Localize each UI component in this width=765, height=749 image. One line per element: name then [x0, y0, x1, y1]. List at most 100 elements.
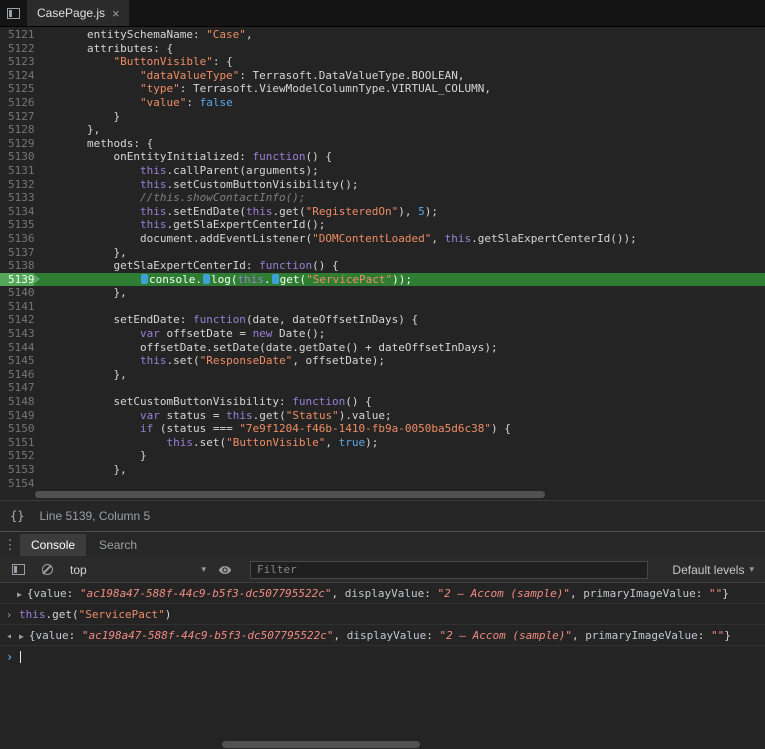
line-number-5137[interactable]: 5137: [0, 246, 35, 260]
console-sidebar-icon: [11, 564, 25, 575]
line-number-5140[interactable]: 5140: [0, 286, 35, 300]
line-number-5144[interactable]: 5144: [0, 341, 35, 355]
code-text[interactable]: var offsetDate = new Date();: [34, 327, 765, 341]
code-text[interactable]: document.addEventListener("DOMContentLoa…: [34, 232, 765, 246]
inline-breakpoint-marker[interactable]: [140, 273, 148, 284]
console-message-log[interactable]: ▶ {value: "ac198a47-588f-44c9-b5f3-dc5077…: [0, 583, 765, 604]
code-text[interactable]: attributes: {: [34, 42, 765, 56]
tab-console[interactable]: Console: [20, 533, 87, 556]
inline-breakpoint-marker[interactable]: [271, 273, 279, 284]
code-text[interactable]: getSlaExpertCenterId: function() {: [34, 259, 765, 273]
navigator-panel-icon: [7, 7, 20, 19]
code-text[interactable]: this.getSlaExpertCenterId();: [34, 218, 765, 232]
tab-search[interactable]: Search: [88, 534, 148, 556]
code-text[interactable]: },: [34, 286, 765, 300]
line-number-5131[interactable]: 5131: [0, 164, 35, 178]
code-text[interactable]: this.callParent(arguments);: [34, 164, 765, 178]
code-text[interactable]: this.set("ButtonVisible", true);: [34, 436, 765, 450]
code-text[interactable]: entitySchemaName: "Case",: [34, 28, 765, 42]
line-number-5127[interactable]: 5127: [0, 110, 35, 124]
code-text[interactable]: setCustomButtonVisibility: function() {: [34, 395, 765, 409]
code-text[interactable]: "value": false: [34, 96, 765, 110]
clear-console-button[interactable]: [37, 560, 57, 580]
line-number-5152[interactable]: 5152: [0, 449, 35, 463]
execution-line: 5139 console. log(this. get("ServicePact")…: [0, 272, 765, 287]
line-number-5135[interactable]: 5135: [0, 218, 35, 232]
inline-breakpoint-marker[interactable]: [202, 273, 210, 284]
kebab-menu-icon[interactable]: ⋮: [0, 537, 20, 553]
line-number-5150[interactable]: 5150: [0, 422, 35, 436]
line-number-5146[interactable]: 5146: [0, 368, 35, 382]
line-number-5141[interactable]: 5141: [0, 300, 35, 314]
close-tab-icon[interactable]: ×: [112, 7, 120, 20]
code-text[interactable]: },: [34, 463, 765, 477]
line-number-5129[interactable]: 5129: [0, 137, 35, 151]
line-number-5132[interactable]: 5132: [0, 178, 35, 192]
code-text[interactable]: },: [34, 123, 765, 137]
console-sidebar-toggle-button[interactable]: [8, 560, 28, 580]
line-number-5142[interactable]: 5142: [0, 313, 35, 327]
line-number-5123[interactable]: 5123: [0, 55, 35, 69]
code-text[interactable]: methods: {: [34, 137, 765, 151]
create-live-expression-button[interactable]: [215, 560, 235, 580]
code-text[interactable]: onEntityInitialized: function() {: [34, 150, 765, 164]
expand-triangle-icon[interactable]: ▶: [19, 632, 24, 641]
editor-horizontal-scrollbar[interactable]: [35, 491, 545, 498]
navigator-toggle-button[interactable]: [0, 0, 27, 26]
line-number-5136[interactable]: 5136: [0, 232, 35, 246]
code-text[interactable]: "ButtonVisible": {: [34, 55, 765, 69]
code-text[interactable]: "type": Terrasoft.ViewModelColumnType.VI…: [34, 82, 765, 96]
code-editor[interactable]: 5121 entitySchemaName: "Case", 5122 attri…: [0, 27, 765, 500]
code-text[interactable]: },: [34, 246, 765, 260]
code-text[interactable]: }: [34, 449, 765, 463]
console-horizontal-scrollbar[interactable]: [222, 741, 420, 748]
code-text[interactable]: [34, 381, 765, 395]
expand-triangle-icon[interactable]: ▶: [17, 590, 22, 599]
code-text[interactable]: }: [34, 110, 765, 124]
line-number-5121[interactable]: 5121: [0, 28, 35, 42]
line-number-5125[interactable]: 5125: [0, 82, 35, 96]
console-filter-input[interactable]: [250, 560, 648, 579]
line-number-5148[interactable]: 5148: [0, 395, 35, 409]
code-text[interactable]: if (status === "7e9f1204-f46b-1410-fb9a-…: [34, 422, 765, 436]
line-number-5126[interactable]: 5126: [0, 96, 35, 110]
code-text[interactable]: this.set("ResponseDate", offsetDate);: [34, 354, 765, 368]
file-tab-casepage[interactable]: CasePage.js ×: [27, 0, 129, 26]
line-number-5134[interactable]: 5134: [0, 205, 35, 219]
line-number-5145[interactable]: 5145: [0, 354, 35, 368]
line-number-5138[interactable]: 5138: [0, 259, 35, 273]
line-number-5154[interactable]: 5154: [0, 477, 35, 491]
line-number-5153[interactable]: 5153: [0, 463, 35, 477]
line-number-5143[interactable]: 5143: [0, 327, 35, 341]
code-line: 5130 onEntityInitialized: function() {: [0, 150, 765, 164]
pretty-print-button[interactable]: {}: [10, 509, 24, 523]
code-text[interactable]: console. log(this. get("ServicePact"));: [34, 273, 765, 287]
execution-context-selector[interactable]: top ▾: [70, 563, 206, 577]
line-number-5122[interactable]: 5122: [0, 42, 35, 56]
console-message-command[interactable]: › this.get("ServicePact"): [0, 604, 765, 625]
console-messages: ▶ {value: "ac198a47-588f-44c9-b5f3-dc5077…: [0, 583, 765, 667]
log-levels-dropdown[interactable]: Default levels ▾: [672, 563, 757, 577]
code-text[interactable]: setEndDate: function(date, dateOffsetInD…: [34, 313, 765, 327]
line-number-5139[interactable]: 5139: [0, 272, 40, 287]
code-lines: 5121 entitySchemaName: "Case", 5122 attri…: [0, 28, 765, 490]
code-text[interactable]: this.setCustomButtonVisibility();: [34, 178, 765, 192]
code-text[interactable]: [34, 300, 765, 314]
code-text[interactable]: "dataValueType": Terrasoft.DataValueType…: [34, 69, 765, 83]
code-text[interactable]: var status = this.get("Status").value;: [34, 409, 765, 423]
line-number-5147[interactable]: 5147: [0, 381, 35, 395]
line-number-5133[interactable]: 5133: [0, 191, 35, 205]
line-number-5124[interactable]: 5124: [0, 69, 35, 83]
code-text[interactable]: },: [34, 368, 765, 382]
code-text[interactable]: offsetDate.setDate(date.getDate() + date…: [34, 341, 765, 355]
line-number-5149[interactable]: 5149: [0, 409, 35, 423]
code-line: 5141: [0, 300, 765, 314]
code-text[interactable]: [34, 477, 765, 491]
line-number-5151[interactable]: 5151: [0, 436, 35, 450]
line-number-5128[interactable]: 5128: [0, 123, 35, 137]
code-text[interactable]: this.setEndDate(this.get("RegisteredOn")…: [34, 205, 765, 219]
console-message-result[interactable]: ◂ ▶ {value: "ac198a47-588f-44c9-b5f3-dc507…: [0, 625, 765, 646]
line-number-5130[interactable]: 5130: [0, 150, 35, 164]
console-message-prompt[interactable]: ›: [0, 646, 765, 667]
code-text[interactable]: //this.showContactInfo();: [34, 191, 765, 205]
